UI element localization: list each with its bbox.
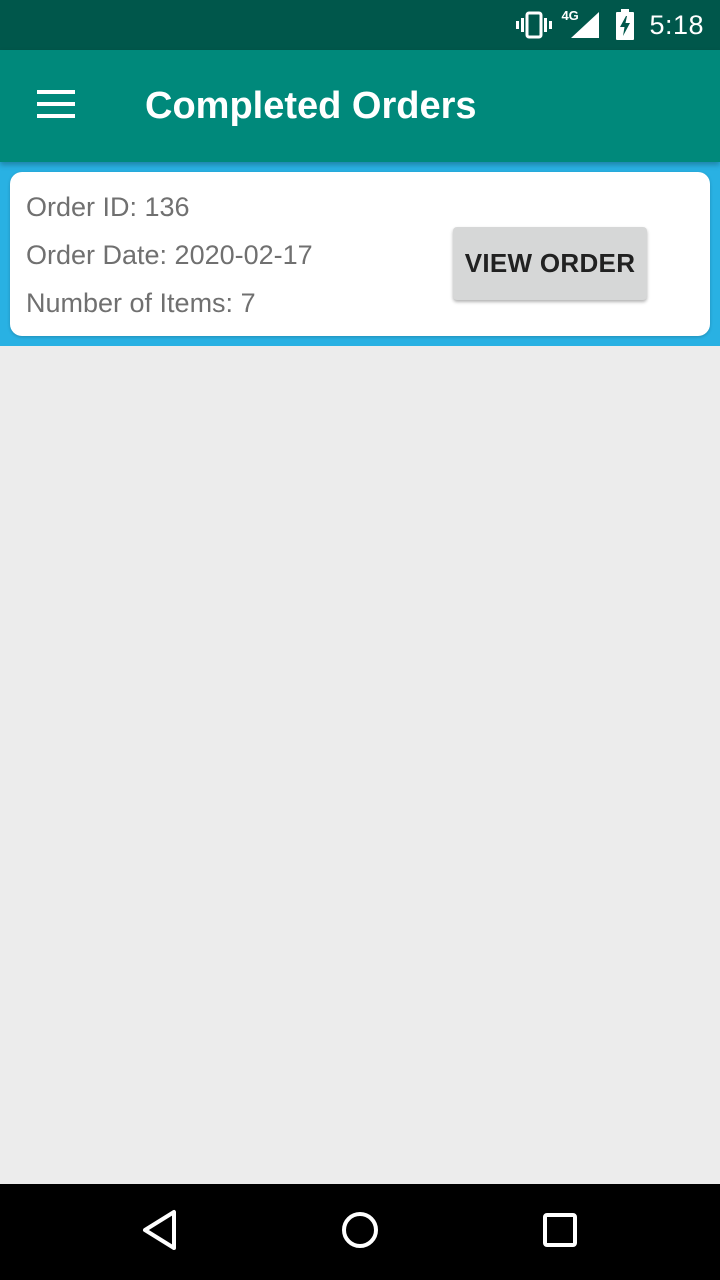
navigation-bar bbox=[0, 1184, 720, 1280]
battery-charging-icon bbox=[615, 9, 635, 41]
order-item-count: Number of Items: 7 bbox=[26, 288, 256, 318]
signal-icon: 4G bbox=[561, 8, 601, 40]
back-icon bbox=[140, 1209, 180, 1256]
home-button[interactable] bbox=[330, 1202, 390, 1262]
page-title: Completed Orders bbox=[145, 85, 477, 127]
menu-button[interactable] bbox=[20, 70, 92, 142]
status-bar: 4G 5:18 bbox=[0, 0, 720, 50]
recents-icon bbox=[542, 1212, 578, 1253]
vibrate-icon bbox=[515, 11, 553, 39]
order-list: Order ID: 136 Order Date: 2020-02-17 Num… bbox=[0, 162, 720, 346]
home-icon bbox=[340, 1210, 380, 1255]
view-order-button[interactable]: VIEW ORDER bbox=[453, 227, 647, 300]
status-time: 5:18 bbox=[649, 9, 704, 40]
network-type-label: 4G bbox=[561, 8, 579, 23]
order-id: Order ID: 136 bbox=[26, 192, 190, 222]
order-date: Order Date: 2020-02-17 bbox=[26, 240, 313, 270]
recents-button[interactable] bbox=[530, 1202, 590, 1262]
status-icons: 4G 5:18 bbox=[515, 0, 704, 50]
hamburger-menu-icon bbox=[37, 89, 75, 124]
back-button[interactable] bbox=[130, 1202, 190, 1262]
order-card: Order ID: 136 Order Date: 2020-02-17 Num… bbox=[10, 172, 710, 336]
app-bar: Completed Orders bbox=[0, 50, 720, 162]
